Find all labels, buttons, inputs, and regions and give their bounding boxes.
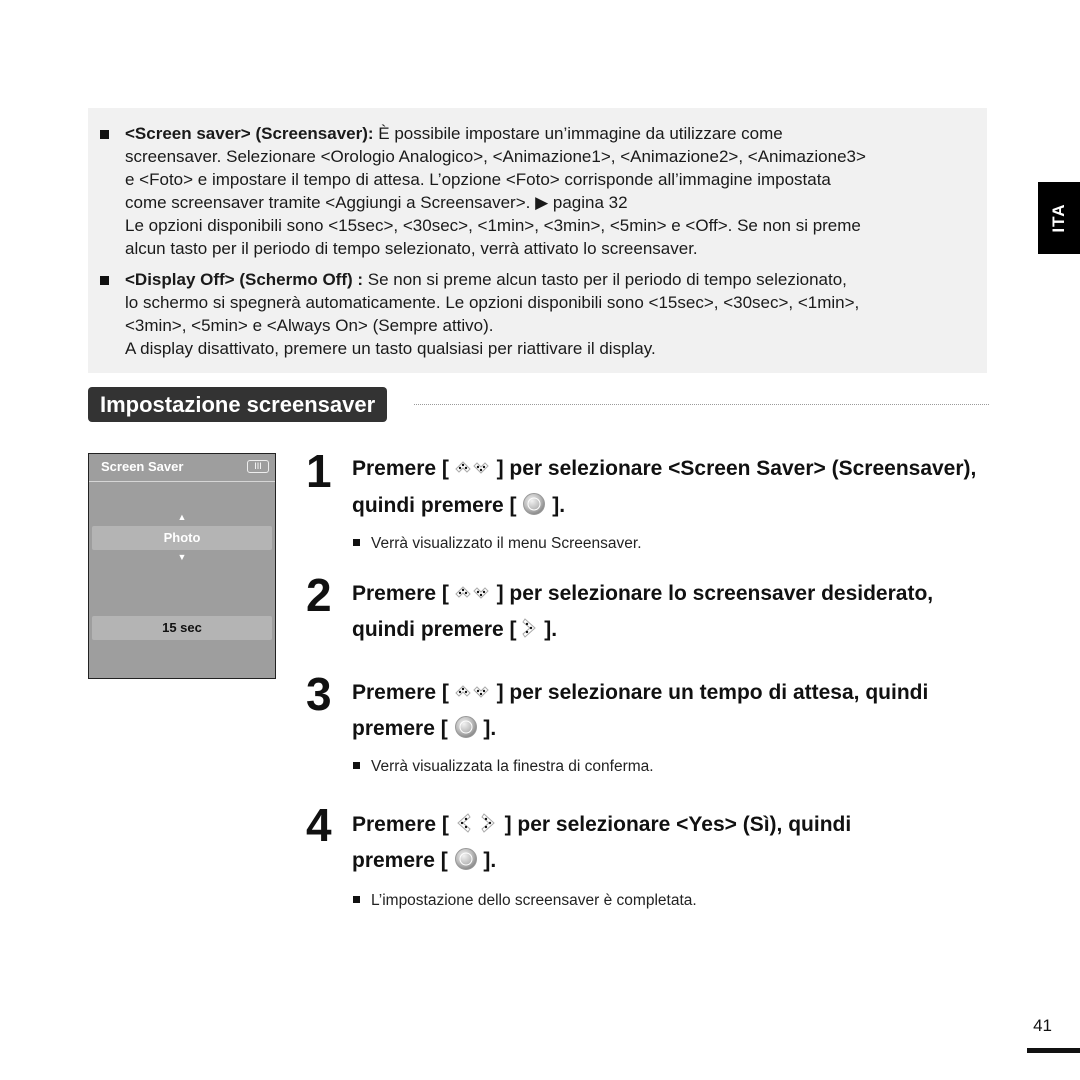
- step-4-line-1: Premere [ ] per selezionare <Yes> (Sì), …: [352, 812, 851, 838]
- step-1-line-1: Premere [ ] per selezionare <Screen Save…: [352, 456, 976, 482]
- down-arrow-icon: ▼: [177, 552, 187, 562]
- step-text: premere [: [352, 717, 448, 740]
- selected-option: Photo: [92, 526, 272, 550]
- step-text: ].: [483, 849, 497, 872]
- step-number: 1: [306, 445, 332, 497]
- bullet-square-icon: [353, 896, 360, 904]
- step-text: ] per selezionare un tempo di attesa, qu…: [496, 681, 929, 704]
- step-4-note: L’impostazione dello screensaver è compl…: [353, 891, 697, 911]
- info-item-term: <Screen saver> (Screensaver):: [125, 124, 374, 143]
- language-tab-label: ITA: [1049, 203, 1068, 233]
- step-number: 3: [306, 668, 332, 720]
- select-button-icon: [454, 716, 477, 739]
- device-screen: Screen Saver III ▲ Photo ▼ 15 sec: [88, 453, 276, 679]
- step-text: premere [: [352, 849, 448, 872]
- step-text: quindi premere [: [352, 494, 517, 517]
- step-text: Premere [: [352, 457, 449, 480]
- bullet-square-icon: [353, 539, 360, 547]
- section-title: Impostazione screensaver: [88, 387, 388, 422]
- note-text: L’impostazione dello screensaver è compl…: [371, 892, 697, 909]
- time-option: 15 sec: [92, 616, 272, 640]
- info-line: <3min>, <5min> e <Always On> (Sempre att…: [125, 316, 494, 335]
- bullet-square-icon: [100, 130, 109, 139]
- info-line: alcun tasto per il periodo di tempo sele…: [125, 239, 698, 258]
- info-line: Le opzioni disponibili sono <15sec>, <30…: [125, 216, 861, 235]
- step-text: ].: [552, 494, 566, 517]
- info-item-term: <Display Off> (Schermo Off) :: [125, 270, 364, 289]
- step-text: ] per selezionare <Screen Saver> (Screen…: [496, 457, 977, 480]
- step-number: 4: [306, 799, 332, 851]
- info-line: Se non si preme alcun tasto per il perio…: [363, 270, 847, 289]
- bullet-square-icon: [100, 276, 109, 285]
- info-line: lo schermo si spegnerà automaticamente. …: [125, 293, 860, 312]
- page-number-bar: [1027, 1048, 1080, 1053]
- step-text: ].: [483, 717, 497, 740]
- select-button-icon: [523, 493, 546, 516]
- up-down-keys-icon: [455, 461, 489, 474]
- info-line: A display disattivato, premere un tasto …: [125, 339, 656, 358]
- select-button-icon: [454, 848, 477, 871]
- step-3-line-1: Premere [ ] per selezionare un tempo di …: [352, 680, 928, 706]
- step-2-line-1: Premere [ ] per selezionare lo screensav…: [352, 581, 933, 607]
- step-1-note: Verrà visualizzato il menu Screensaver.: [353, 534, 642, 554]
- step-text: quindi premere [: [352, 618, 517, 641]
- step-1-line-2: quindi premere [ ].: [352, 493, 565, 519]
- right-key-icon: [522, 618, 537, 639]
- step-text: ] per selezionare <Yes> (Sì), quindi: [504, 813, 852, 836]
- language-tab: ITA: [1038, 182, 1080, 254]
- step-text: ].: [544, 618, 558, 641]
- step-2-line-2: quindi premere [ ].: [352, 617, 557, 643]
- battery-icon: III: [247, 460, 269, 473]
- info-line: È possibile impostare un’immagine da uti…: [373, 124, 783, 143]
- step-text: Premere [: [352, 681, 449, 704]
- step-text: Premere [: [352, 813, 449, 836]
- info-item-screen-saver: <Screen saver> (Screensaver): È possibil…: [100, 122, 985, 260]
- page-number: 41: [1033, 1016, 1052, 1035]
- left-right-keys-icon: [456, 813, 495, 834]
- step-3-line-2: premere [ ].: [352, 716, 496, 742]
- dotted-divider: [414, 404, 989, 405]
- device-screen-title: Screen Saver: [101, 459, 184, 474]
- step-3-note: Verrà visualizzata la finestra di confer…: [353, 757, 654, 777]
- device-title-divider: [89, 481, 275, 482]
- bullet-square-icon: [353, 762, 360, 770]
- info-line: screensaver. Selezionare <Orologio Analo…: [125, 147, 866, 166]
- note-text: Verrà visualizzato il menu Screensaver.: [371, 535, 642, 552]
- note-text: Verrà visualizzata la finestra di confer…: [371, 758, 654, 775]
- up-down-keys-icon: [455, 586, 489, 599]
- info-item-display-off: <Display Off> (Schermo Off) : Se non si …: [100, 268, 985, 360]
- step-number: 2: [306, 569, 332, 621]
- step-text: ] per selezionare lo screensaver desider…: [496, 582, 934, 605]
- step-text: Premere [: [352, 582, 449, 605]
- info-line: e <Foto> e impostare il tempo di attesa.…: [125, 170, 831, 189]
- info-line: come screensaver tramite <Aggiungi a Scr…: [125, 193, 628, 212]
- up-down-keys-icon: [455, 685, 489, 698]
- step-4-line-2: premere [ ].: [352, 848, 496, 874]
- up-arrow-icon: ▲: [177, 512, 187, 522]
